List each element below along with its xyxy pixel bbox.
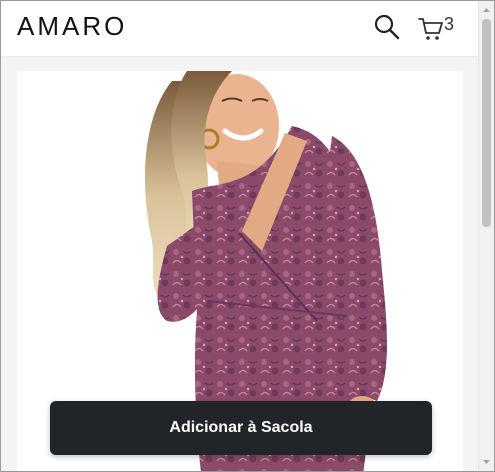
cart-count-badge: 3	[444, 14, 455, 34]
cart-button[interactable]: 3	[417, 13, 461, 43]
search-icon	[374, 14, 400, 40]
scroll-down-arrow-icon[interactable]	[482, 457, 491, 466]
scroll-up-arrow-icon[interactable]	[482, 6, 491, 15]
scroll-thumb[interactable]	[482, 19, 491, 227]
top-header: AMARO 3	[1, 1, 479, 57]
cart-icon	[418, 18, 443, 40]
add-to-bag-button[interactable]: Adicionar à Sacola	[50, 401, 432, 455]
browser-viewport: AMARO 3 Adicionar à Sacola	[0, 0, 495, 472]
search-button[interactable]	[373, 13, 401, 41]
vertical-scrollbar[interactable]	[478, 1, 494, 471]
brand-logo[interactable]: AMARO	[17, 11, 127, 42]
